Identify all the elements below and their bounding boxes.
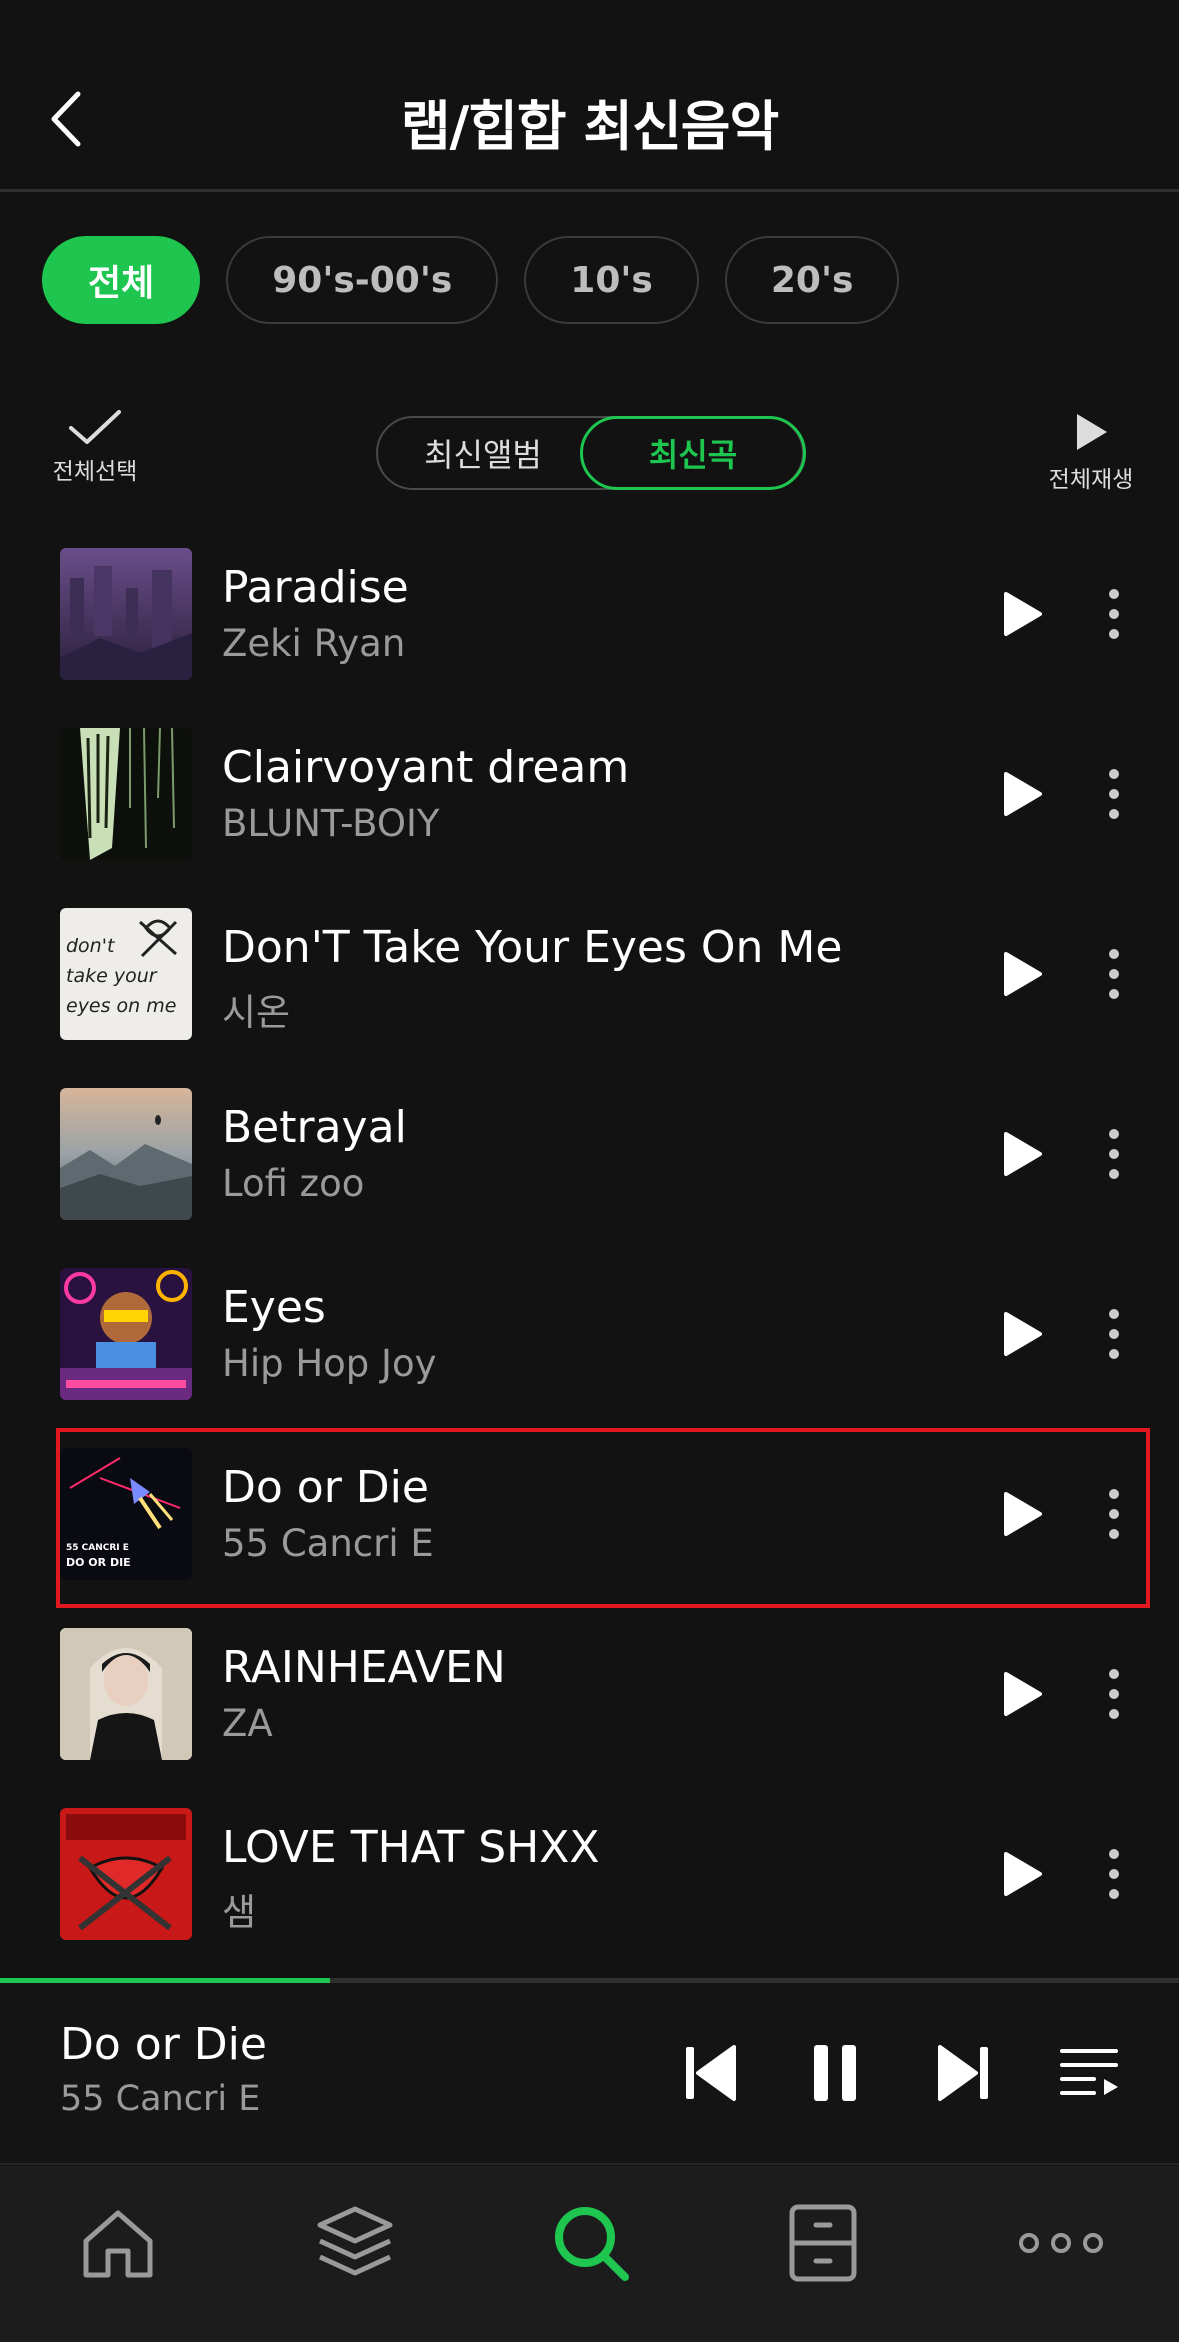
list-item[interactable]: RAINHEAVEN ZA	[0, 1620, 1179, 1800]
song-artist: 샘	[222, 1891, 257, 1934]
list-item[interactable]: Paradise Zeki Ryan	[0, 540, 1179, 720]
song-list: Paradise Zeki Ryan Clairvoyant dream BLU…	[0, 540, 1179, 1980]
album-art	[60, 728, 192, 860]
tab-search[interactable]	[546, 2198, 636, 2288]
art-text: eyes on me	[66, 995, 176, 1017]
more-vertical-icon[interactable]	[1100, 946, 1128, 1002]
album-art: 55 CANCRI E DO OR DIE	[60, 1448, 192, 1580]
more-vertical-icon[interactable]	[1100, 766, 1128, 822]
segment-latest-songs[interactable]: 최신곡	[580, 416, 806, 490]
song-title: Eyes	[222, 1282, 326, 1333]
song-artist: 55 Cancri E	[222, 1522, 434, 1565]
tab-library[interactable]	[310, 2198, 400, 2288]
bottom-tab-bar	[0, 2166, 1179, 2342]
album-art	[60, 1808, 192, 1940]
tab-home[interactable]	[73, 2198, 163, 2288]
album-art: don't take your eyes on me	[60, 908, 192, 1040]
play-icon[interactable]	[1000, 950, 1044, 998]
art-text: DO OR DIE	[66, 1556, 131, 1569]
song-artist: Zeki Ryan	[222, 622, 406, 665]
filter-chips: 전체 90's-00's 10's 20's	[42, 236, 900, 326]
search-icon	[555, 2207, 629, 2281]
play-icon[interactable]	[1000, 1310, 1044, 1358]
song-title: Do or Die	[222, 1462, 429, 1513]
more-vertical-icon[interactable]	[1100, 1846, 1128, 1902]
play-icon[interactable]	[1000, 1130, 1044, 1178]
art-text: don't	[66, 935, 116, 957]
song-title: Don'T Take Your Eyes On Me	[222, 922, 843, 973]
mini-player[interactable]: Do or Die 55 Cancri E	[0, 1983, 1179, 2165]
play-all-button[interactable]: 전체재생	[1036, 410, 1146, 494]
art-text: 55 CANCRI E	[66, 1543, 129, 1553]
album-art	[60, 1268, 192, 1400]
song-artist: Hip Hop Joy	[222, 1342, 437, 1385]
play-all-label: 전체재생	[1048, 467, 1134, 493]
album-art	[60, 1628, 192, 1760]
now-playing-artist: 55 Cancri E	[60, 2079, 261, 2119]
page-title: 랩/힙합 최신음악	[400, 95, 779, 158]
checkmark-icon	[69, 410, 121, 444]
song-artist: BLUNT-BOIY	[222, 802, 440, 845]
storage-icon	[789, 2204, 857, 2282]
skip-previous-icon[interactable]	[684, 2043, 738, 2103]
layers-icon	[317, 2206, 393, 2276]
song-title: Paradise	[222, 562, 409, 613]
tab-more[interactable]	[1016, 2198, 1106, 2288]
segment-latest-albums[interactable]: 최신앨범	[388, 416, 578, 490]
tab-storage[interactable]	[778, 2198, 868, 2288]
more-vertical-icon[interactable]	[1100, 1306, 1128, 1362]
chip-90s-00s[interactable]: 90's-00's	[226, 236, 499, 324]
more-vertical-icon[interactable]	[1100, 1126, 1128, 1182]
chip-all[interactable]: 전체	[42, 236, 201, 324]
chip-10s[interactable]: 10's	[524, 236, 699, 324]
song-title: Betrayal	[222, 1102, 407, 1153]
now-playing-title: Do or Die	[60, 2019, 267, 2070]
play-icon[interactable]	[1000, 1490, 1044, 1538]
song-artist: 시온	[222, 991, 291, 1034]
song-artist: Lofi zoo	[222, 1162, 365, 1205]
play-icon[interactable]	[1000, 1670, 1044, 1718]
header: 랩/힙합 최신음악	[0, 0, 1179, 192]
album-art	[60, 1088, 192, 1220]
home-icon	[83, 2210, 153, 2278]
song-title: Clairvoyant dream	[222, 742, 630, 793]
list-item[interactable]: LOVE THAT SHXX 샘	[0, 1800, 1179, 1980]
list-item[interactable]: Eyes Hip Hop Joy	[0, 1260, 1179, 1440]
skip-next-icon[interactable]	[936, 2043, 990, 2103]
play-icon[interactable]	[1000, 1850, 1044, 1898]
more-vertical-icon[interactable]	[1100, 1666, 1128, 1722]
select-all-button[interactable]: 전체선택	[40, 408, 150, 486]
more-vertical-icon[interactable]	[1100, 586, 1128, 642]
song-artist: ZA	[222, 1702, 273, 1745]
list-item[interactable]: Betrayal Lofi zoo	[0, 1080, 1179, 1260]
chip-20s[interactable]: 20's	[724, 236, 900, 324]
list-item[interactable]: Clairvoyant dream BLUNT-BOIY	[0, 720, 1179, 900]
art-text: take your	[66, 965, 158, 987]
play-icon[interactable]	[1000, 590, 1044, 638]
playlist-queue-icon[interactable]	[1058, 2043, 1120, 2103]
album-art	[60, 548, 192, 680]
play-icon[interactable]	[1000, 770, 1044, 818]
more-vertical-icon[interactable]	[1100, 1486, 1128, 1542]
more-horizontal-icon	[1019, 2233, 1103, 2253]
list-item-highlighted[interactable]: 55 CANCRI E DO OR DIE Do or Die 55 Cancr…	[0, 1428, 1179, 1620]
play-icon	[1077, 414, 1107, 450]
select-all-label: 전체선택	[52, 459, 138, 485]
list-item[interactable]: don't take your eyes on me Don'T Take Yo…	[0, 900, 1179, 1080]
song-title: LOVE THAT SHXX	[222, 1822, 600, 1873]
segmented-control: 최신앨범 최신곡	[376, 416, 806, 490]
song-title: RAINHEAVEN	[222, 1642, 506, 1693]
pause-icon[interactable]	[808, 2043, 862, 2103]
